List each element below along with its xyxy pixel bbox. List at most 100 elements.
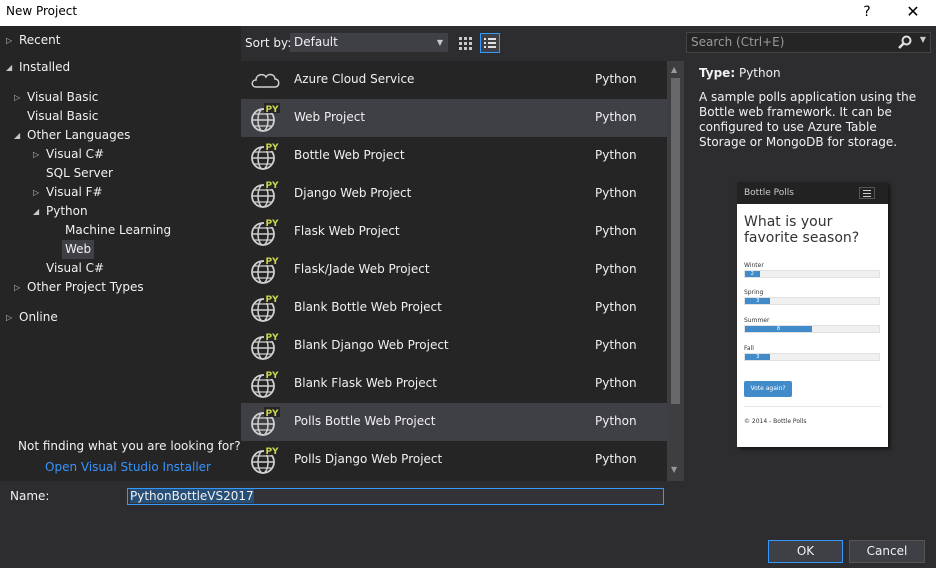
template-language: Python xyxy=(595,72,637,86)
expand-arrow-icon[interactable]: ▷ xyxy=(33,145,43,164)
template-row[interactable]: PY Flask Web Project Python xyxy=(241,213,667,251)
collapse-arrow-icon[interactable]: ◢ xyxy=(6,58,16,77)
python-web-icon: PY xyxy=(251,445,280,474)
svg-text:PY: PY xyxy=(265,105,279,115)
list-view-icon xyxy=(484,38,496,48)
tree-item-web[interactable]: Web xyxy=(62,240,95,259)
search-options-chevron-icon[interactable]: ▼ xyxy=(920,35,926,44)
poll-progress-bar: 8 xyxy=(744,325,880,333)
preview-vote-button: Vote again? xyxy=(744,381,792,397)
tree-item-recent[interactable]: Recent xyxy=(19,31,60,50)
expand-arrow-icon[interactable]: ▷ xyxy=(6,31,16,50)
template-row[interactable]: PY Polls Bottle Web Project Python xyxy=(241,403,667,441)
sort-bar: Sort by: Default ▼ xyxy=(241,26,684,61)
python-web-icon: PY xyxy=(251,331,280,360)
template-language: Python xyxy=(595,414,637,428)
template-name: Blank Flask Web Project xyxy=(294,376,437,390)
tree-item-other-project-types[interactable]: Other Project Types xyxy=(27,278,144,297)
search-box[interactable]: Search (Ctrl+E) ▼ xyxy=(686,32,931,53)
tree-item-installed[interactable]: Installed xyxy=(19,58,70,77)
template-name: Polls Bottle Web Project xyxy=(294,414,436,428)
poll-progress-bar: 2 xyxy=(744,270,880,278)
scroll-down-icon[interactable]: ▼ xyxy=(671,465,677,474)
tree-item-machine-learning[interactable]: Machine Learning xyxy=(65,221,171,240)
svg-text:PY: PY xyxy=(265,219,279,229)
poll-option-label: Spring xyxy=(744,289,764,296)
cancel-button[interactable]: Cancel xyxy=(849,540,925,563)
list-view-button[interactable] xyxy=(480,33,500,53)
svg-text:PY: PY xyxy=(265,295,279,305)
svg-text:PY: PY xyxy=(265,447,279,457)
template-language: Python xyxy=(595,452,637,466)
open-installer-link[interactable]: Open Visual Studio Installer xyxy=(45,460,211,474)
ok-button[interactable]: OK xyxy=(768,540,843,563)
template-language: Python xyxy=(595,338,637,352)
preview-poll-option: Summer 8 xyxy=(744,317,880,333)
sort-value: Default xyxy=(294,35,338,49)
not-finding-text: Not finding what you are looking for? xyxy=(18,439,241,453)
collapse-arrow-icon[interactable]: ◢ xyxy=(33,202,43,221)
preview-footer: © 2014 - Bottle Polls xyxy=(744,418,807,425)
sort-dropdown[interactable]: Default ▼ xyxy=(290,33,448,52)
help-button[interactable]: ? xyxy=(852,2,882,24)
template-row[interactable]: PY Blank Flask Web Project Python xyxy=(241,365,667,403)
template-name: Blank Django Web Project xyxy=(294,338,449,352)
expand-arrow-icon[interactable]: ▷ xyxy=(6,308,16,327)
expand-arrow-icon[interactable]: ▷ xyxy=(33,183,43,202)
name-label: Name: xyxy=(10,489,50,503)
project-name-input[interactable]: PythonBottleVS2017 xyxy=(127,488,664,505)
poll-progress-fill: 8 xyxy=(745,326,812,332)
preview-question: What is your favorite season? xyxy=(744,214,860,246)
template-name: Blank Bottle Web Project xyxy=(294,300,442,314)
tree-item-other-languages[interactable]: Other Languages xyxy=(27,126,130,145)
python-web-icon: PY xyxy=(251,293,280,322)
python-web-icon: PY xyxy=(251,217,280,246)
collapse-arrow-icon[interactable]: ◢ xyxy=(14,126,24,145)
template-row[interactable]: PY Bottle Web Project Python xyxy=(241,137,667,175)
preview-poll-option: Spring 3 xyxy=(744,289,880,305)
template-row[interactable]: PY Flask/Jade Web Project Python xyxy=(241,251,667,289)
expand-arrow-icon[interactable]: ▷ xyxy=(14,88,24,107)
grid-view-button[interactable] xyxy=(455,33,475,53)
template-language: Python xyxy=(595,262,637,276)
poll-option-label: Winter xyxy=(744,262,764,269)
close-button[interactable]: ✕ xyxy=(898,2,928,24)
template-name: Azure Cloud Service xyxy=(294,72,415,86)
type-value: Python xyxy=(738,66,781,80)
template-name: Flask/Jade Web Project xyxy=(294,262,430,276)
template-type: Type: Python xyxy=(699,66,781,80)
category-tree: ▷ Recent ◢ Installed ▷ Visual Basic Visu… xyxy=(0,26,241,481)
hamburger-icon xyxy=(859,187,875,199)
template-language: Python xyxy=(595,148,637,162)
template-row[interactable]: PY Blank Django Web Project Python xyxy=(241,327,667,365)
tree-item-visual-basic[interactable]: Visual Basic xyxy=(27,107,98,126)
template-row[interactable]: Azure Cloud Service Python xyxy=(241,61,667,99)
poll-progress-fill: 2 xyxy=(745,271,760,277)
template-row[interactable]: PY Polls Django Web Project Python xyxy=(241,441,667,479)
tree-item-python[interactable]: Python xyxy=(46,202,88,221)
svg-text:PY: PY xyxy=(265,333,279,343)
poll-option-label: Summer xyxy=(744,317,770,324)
tree-item-visual-csharp-2[interactable]: Visual C# xyxy=(46,259,104,278)
scroll-up-icon[interactable]: ▲ xyxy=(671,65,677,74)
template-row[interactable]: PY Blank Bottle Web Project Python xyxy=(241,289,667,327)
sort-label: Sort by: xyxy=(245,36,292,50)
tree-item-visual-basic-group[interactable]: Visual Basic xyxy=(27,88,98,107)
tree-item-visual-csharp[interactable]: Visual C# xyxy=(46,145,104,164)
expand-arrow-icon[interactable]: ▷ xyxy=(14,278,24,297)
tree-item-online[interactable]: Online xyxy=(19,308,58,327)
template-list-scrollbar[interactable]: ▲ ▼ xyxy=(667,61,684,481)
python-web-icon: PY xyxy=(251,141,280,170)
preview-poll-option: Fall 3 xyxy=(744,345,880,361)
scroll-thumb[interactable] xyxy=(671,78,680,404)
poll-option-label: Fall xyxy=(744,345,754,352)
poll-progress-fill: 3 xyxy=(745,354,771,360)
chevron-down-icon: ▼ xyxy=(436,38,443,47)
tree-item-sql-server[interactable]: SQL Server xyxy=(46,164,113,183)
search-input[interactable]: Search (Ctrl+E) xyxy=(691,35,784,49)
template-language: Python xyxy=(595,186,637,200)
tree-item-visual-fsharp[interactable]: Visual F# xyxy=(46,183,103,202)
template-row[interactable]: PY Web Project Python xyxy=(241,99,667,137)
search-icon[interactable] xyxy=(898,35,912,49)
template-row[interactable]: PY Django Web Project Python xyxy=(241,175,667,213)
